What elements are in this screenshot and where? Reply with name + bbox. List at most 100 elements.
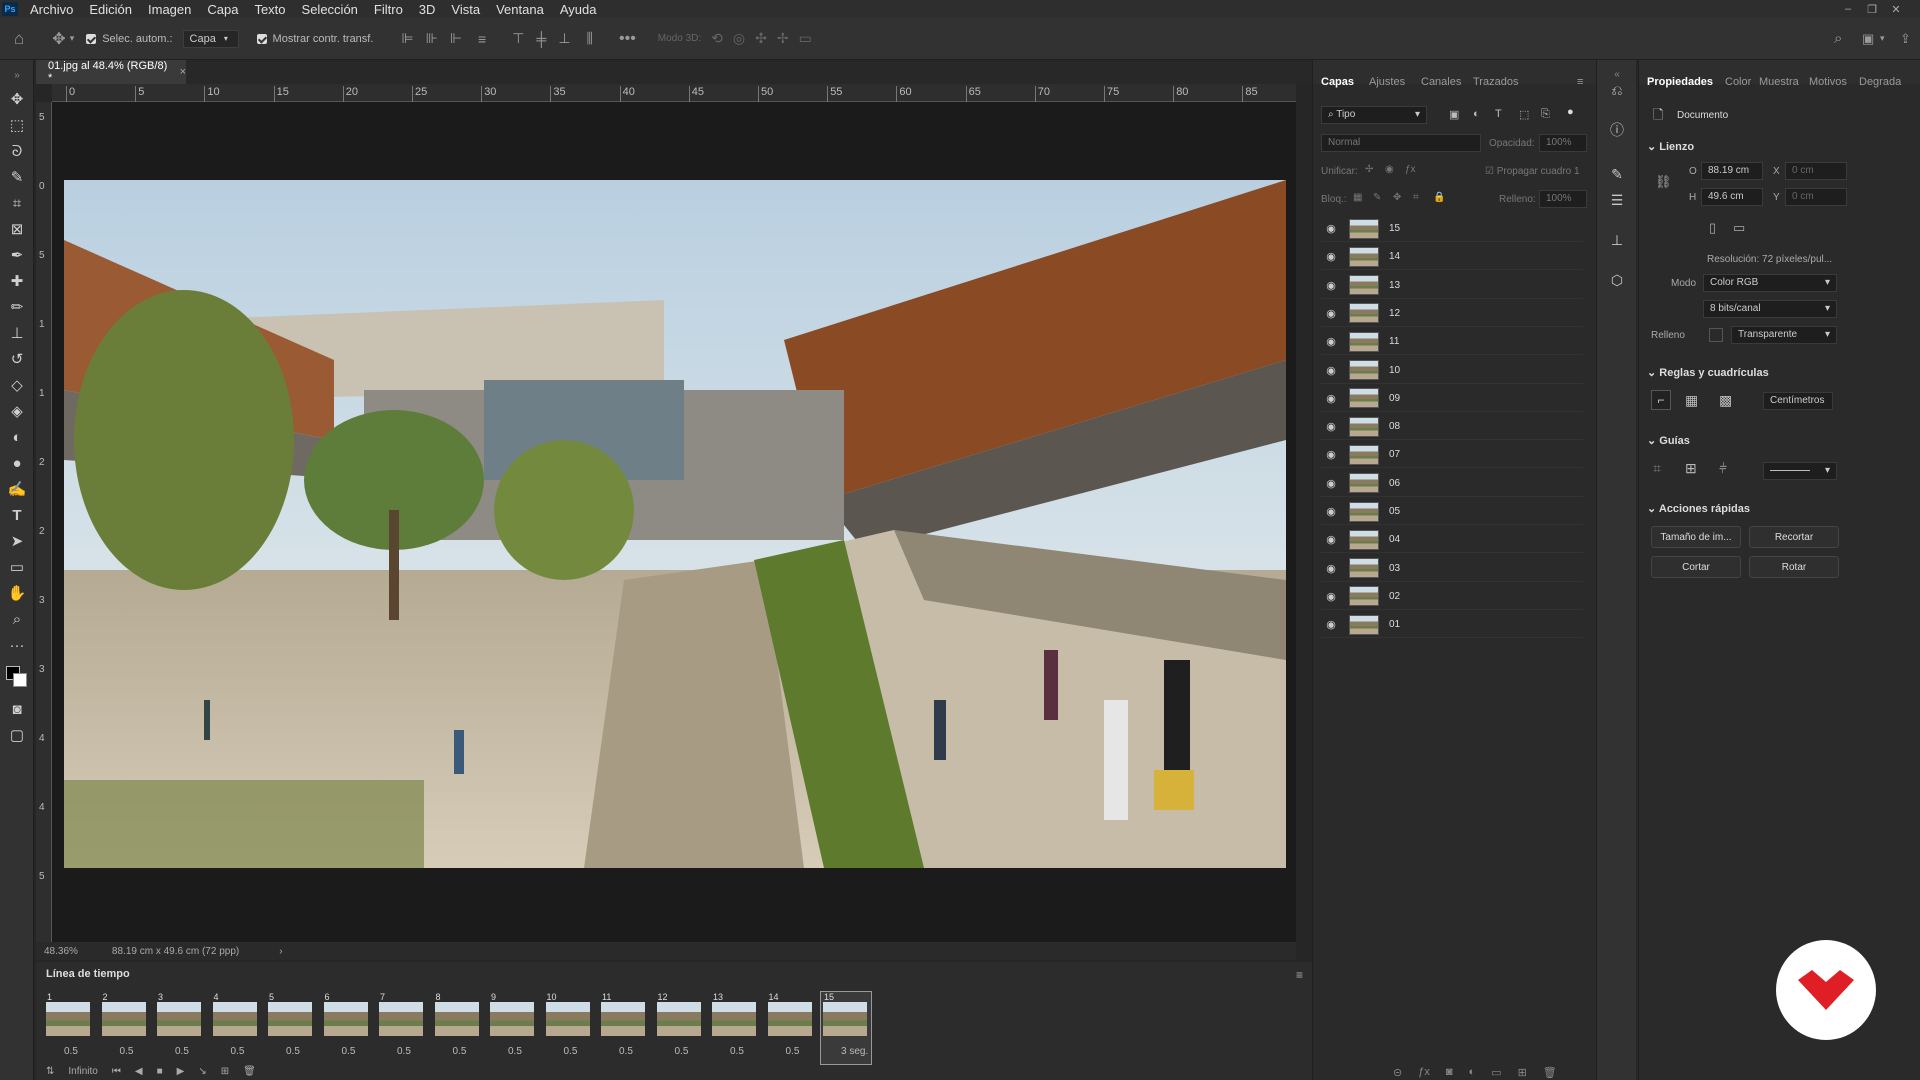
more-options-icon[interactable]: •••	[619, 30, 636, 48]
brush-settings-icon[interactable]: ✎	[1607, 164, 1627, 184]
layer-row[interactable]: ◉ 05	[1321, 499, 1583, 525]
layer-row[interactable]: ◉ 12	[1321, 301, 1583, 327]
frame-delay[interactable]: 0.5	[175, 1046, 189, 1057]
status-arrow-icon[interactable]: ›	[279, 946, 282, 957]
menu-archivo[interactable]: Archivo	[30, 2, 73, 17]
propagate-checkbox[interactable]: ☑ Propagar cuadro 1	[1485, 166, 1580, 177]
timeline-frame[interactable]: 6 0.5	[322, 992, 372, 1064]
type-tool-icon[interactable]: T	[4, 504, 30, 526]
paint-bucket-icon[interactable]: ◈	[4, 400, 30, 422]
visibility-eye-icon[interactable]: ◉	[1321, 364, 1341, 377]
unify-style-icon[interactable]: ƒx	[1405, 164, 1416, 175]
align-top-icon[interactable]: ⊤	[512, 30, 524, 47]
restore-icon[interactable]: ❐	[1860, 0, 1884, 18]
visibility-eye-icon[interactable]: ◉	[1321, 477, 1341, 490]
fill-swatch[interactable]	[1709, 328, 1723, 342]
layer-style-icon[interactable]: ƒx	[1418, 1066, 1430, 1079]
visibility-eye-icon[interactable]: ◉	[1321, 279, 1341, 292]
align-right-icon[interactable]: ⊩	[450, 30, 462, 47]
auto-select-checkbox[interactable]: Selec. autom.:	[86, 33, 173, 45]
info-icon[interactable]: ⓘ	[1607, 120, 1627, 140]
layer-row[interactable]: ◉ 11	[1321, 329, 1583, 356]
document-image[interactable]	[64, 180, 1286, 868]
zoom-level[interactable]: 48.36%	[44, 946, 78, 957]
timeline-frame[interactable]: 10 0.5	[544, 992, 594, 1064]
tab-trazados[interactable]: Trazados	[1473, 76, 1518, 88]
adjust-settings-icon[interactable]: ☰	[1607, 190, 1627, 210]
magic-wand-icon[interactable]: ✎	[4, 166, 30, 188]
timeline-frame[interactable]: 9 0.5	[488, 992, 538, 1064]
home-icon[interactable]: ⌂	[14, 29, 24, 49]
crop-button[interactable]: Recortar	[1749, 526, 1839, 548]
play-icon[interactable]: ■	[157, 1066, 163, 1077]
filter-smart-icon[interactable]: ⎘	[1541, 108, 1550, 121]
filter-shape-icon[interactable]: ⬚	[1519, 108, 1529, 121]
convert-icon[interactable]: ⇅	[46, 1066, 54, 1077]
opacity-field[interactable]: 100%	[1539, 134, 1587, 152]
rotate-button[interactable]: Rotar	[1749, 556, 1839, 578]
menu-ventana[interactable]: Ventana	[496, 2, 544, 17]
fill-field[interactable]: 100%	[1539, 190, 1587, 208]
delete-frame-icon[interactable]: 🗑	[243, 1066, 256, 1077]
link-layers-icon[interactable]: ⊝	[1393, 1066, 1402, 1079]
visibility-eye-icon[interactable]: ◉	[1321, 562, 1341, 575]
portrait-icon[interactable]: ▯	[1709, 220, 1716, 236]
timeline-frame[interactable]: 8 0.5	[433, 992, 483, 1064]
menu-ayuda[interactable]: Ayuda	[560, 2, 597, 17]
tab-canales[interactable]: Canales	[1421, 76, 1461, 88]
lasso-tool-icon[interactable]: ᘐ	[4, 140, 30, 162]
fill-dropdown[interactable]: Transparente ▾	[1731, 326, 1837, 344]
frame-delay[interactable]: 0.5	[397, 1046, 411, 1057]
grid-icon[interactable]: ▦	[1685, 392, 1698, 409]
section-quick-actions[interactable]: ⌄ Acciones rápidas	[1647, 502, 1750, 515]
menu-capa[interactable]: Capa	[207, 2, 238, 17]
history-icon[interactable]: ⎌	[1607, 80, 1627, 100]
show-transform-checkbox[interactable]: Mostrar contr. transf.	[256, 33, 373, 45]
filter-toggle-icon[interactable]: ●	[1567, 106, 1574, 118]
minimize-icon[interactable]: –	[1836, 0, 1860, 18]
layer-row[interactable]: ◉ 07	[1321, 442, 1583, 469]
workspace-chevron-icon[interactable]: ▾	[1880, 33, 1885, 44]
dodge-tool-icon[interactable]: ●	[4, 452, 30, 474]
healing-brush-icon[interactable]: ✚	[4, 270, 30, 292]
hand-tool-icon[interactable]: ✋	[4, 582, 30, 604]
frame-delay[interactable]: 0.5	[508, 1046, 522, 1057]
loop-dropdown[interactable]: Infinito	[68, 1066, 97, 1077]
layer-row[interactable]: ◉ 08	[1321, 414, 1583, 441]
guides-icon[interactable]: ⌗	[1653, 460, 1661, 477]
layer-row[interactable]: ◉ 14	[1321, 244, 1583, 271]
landscape-icon[interactable]: ▭	[1733, 220, 1745, 236]
menu-vista[interactable]: Vista	[451, 2, 480, 17]
mode-dropdown[interactable]: Color RGB ▾	[1703, 274, 1837, 292]
align-middle-icon[interactable]: ╪	[536, 31, 546, 47]
search-icon[interactable]: ⌕	[1834, 30, 1842, 47]
menu-3d[interactable]: 3D	[419, 2, 436, 17]
visibility-eye-icon[interactable]: ◉	[1321, 533, 1341, 546]
timeline-frame[interactable]: 1 0.5	[44, 992, 94, 1064]
cut-button[interactable]: Cortar	[1651, 556, 1741, 578]
close-tab-icon[interactable]: ×	[180, 66, 186, 78]
blur-tool-icon[interactable]: ◐	[4, 426, 30, 448]
3d-panel-icon[interactable]: ⬡	[1607, 270, 1627, 290]
bits-dropdown[interactable]: 8 bits/canal ▾	[1703, 300, 1837, 318]
tween-icon[interactable]: ↘	[198, 1066, 206, 1077]
eyedropper-icon[interactable]: ✒	[4, 244, 30, 266]
slide-3d-icon[interactable]: ✢	[777, 30, 789, 47]
lock-artboard-icon[interactable]: ⌗	[1413, 192, 1419, 203]
prev-frame-icon[interactable]: ◀	[135, 1066, 143, 1077]
timeline-frame[interactable]: 5 0.5	[266, 992, 316, 1064]
align-bottom-icon[interactable]: ⊥	[558, 30, 570, 47]
frame-delay[interactable]: 0.5	[786, 1046, 800, 1057]
layer-row[interactable]: ◉ 06	[1321, 471, 1583, 497]
crop-tool-icon[interactable]: ⌗	[4, 192, 30, 214]
menu-texto[interactable]: Texto	[254, 2, 285, 17]
frame-delay[interactable]: 0.5	[564, 1046, 578, 1057]
marquee-tool-icon[interactable]: ⬚	[4, 114, 30, 136]
frame-delay[interactable]: 0.5	[120, 1046, 134, 1057]
add-mask-icon[interactable]: ◙	[1446, 1066, 1453, 1079]
layer-row[interactable]: ◉ 10	[1321, 358, 1583, 384]
section-lienzo[interactable]: ⌄ Lienzo	[1647, 140, 1694, 153]
layer-row[interactable]: ◉ 01	[1321, 612, 1583, 639]
link-icon[interactable]: ⛓	[1655, 174, 1672, 190]
timeline-frame[interactable]: 11 0.5	[599, 992, 649, 1064]
